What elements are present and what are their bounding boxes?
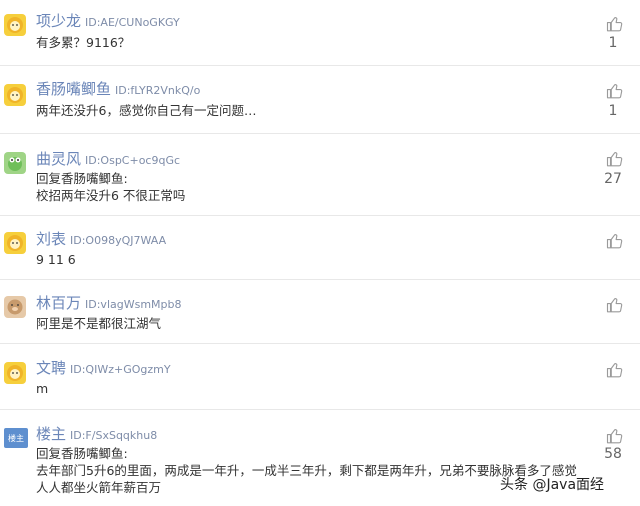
reply-to-line: 回复香肠嘴鲫鱼: [36, 171, 128, 186]
comment-text: 阿里是不是都很江湖气 [36, 315, 161, 332]
commenter-id: ID:AE/CUNoGKGY [85, 16, 180, 29]
commenter-id: ID:QIWz+GOgzmY [70, 363, 171, 376]
comment-text: 回复香肠嘴鲫鱼: 去年部门5升6的里面，两成是一年升，一成半三年升，剩下都是两年… [36, 445, 577, 496]
like-button[interactable] [600, 361, 630, 379]
commenter-name-text[interactable]: 林百万 [36, 294, 81, 312]
thumbs-up-icon[interactable] [606, 361, 624, 379]
comment-line: 校招两年没升6 不很正常吗 [36, 188, 186, 203]
commenter-name-text[interactable]: 刘表 [36, 230, 66, 248]
thumbs-up-icon[interactable] [606, 150, 624, 168]
comment-line: 阿里是不是都很江湖气 [36, 316, 162, 331]
comment-item: 林百万 ID:vlagWsmMpb8 阿里是不是都很江湖气 [0, 280, 640, 344]
watermark: 头条 @Java面经 [500, 477, 605, 493]
avatar[interactable] [4, 14, 26, 36]
commenter-name[interactable]: 林百万 ID:vlagWsmMpb8 [36, 292, 182, 313]
comment-item: 刘表 ID:O098yQJ7WAA 9 11 6 [0, 216, 640, 280]
avatar[interactable] [4, 232, 26, 254]
thumbs-up-icon[interactable] [606, 15, 624, 33]
like-button[interactable] [600, 150, 630, 168]
comment-item: 项少龙 ID:AE/CUNoGKGY 有多累？9116？ 1 [0, 0, 640, 66]
avatar[interactable] [4, 84, 26, 106]
comment-line: 两年还没升6，感觉你自己有一定问题… [36, 103, 257, 118]
like-button[interactable] [600, 232, 630, 250]
thumbs-up-icon[interactable] [606, 82, 624, 100]
commenter-name-text[interactable]: 文聘 [36, 359, 66, 377]
comment-line: 人人都坐火箭年薪百万 [36, 480, 162, 495]
like-button[interactable] [600, 82, 630, 100]
comment-line: 9 11 6 [36, 252, 76, 267]
reply-to-line: 回复香肠嘴鲫鱼: [36, 446, 128, 461]
like-button[interactable] [600, 296, 630, 314]
like-count: 58 [604, 446, 622, 462]
comment-line: m [36, 381, 49, 396]
like-count: 27 [604, 171, 622, 187]
commenter-id: ID:vlagWsmMpb8 [85, 298, 182, 311]
thumbs-up-icon[interactable] [606, 232, 624, 250]
commenter-name-text[interactable]: 曲灵风 [36, 150, 81, 168]
commenter-id: ID:fLYR2VnkQ/o [115, 84, 201, 97]
like-button[interactable] [600, 15, 630, 33]
commenter-name[interactable]: 文聘 ID:QIWz+GOgzmY [36, 357, 171, 378]
commenter-name[interactable]: 香肠嘴鲫鱼 ID:fLYR2VnkQ/o [36, 78, 200, 99]
commenter-id: ID:OspC+oc9qGc [85, 154, 181, 167]
commenter-name-text[interactable]: 项少龙 [36, 12, 81, 30]
commenter-name[interactable]: 刘表 ID:O098yQJ7WAA [36, 228, 166, 249]
like-button[interactable] [600, 427, 630, 445]
commenter-id: ID:O098yQJ7WAA [70, 234, 167, 247]
avatar[interactable] [4, 296, 26, 318]
like-count: 1 [608, 103, 618, 119]
commenter-name[interactable]: 项少龙 ID:AE/CUNoGKGY [36, 10, 180, 31]
commenter-id: ID:F/SxSqqkhu8 [70, 429, 158, 442]
comment-text: m [36, 380, 48, 397]
op-avatar-label: 楼主 [8, 433, 24, 443]
comment-line: 去年部门5升6的里面，两成是一年升，一成半三年升，剩下都是两年升，兄弟不要脉脉看… [36, 463, 577, 478]
commenter-name[interactable]: 曲灵风 ID:OspC+oc9qGc [36, 148, 180, 169]
op-avatar[interactable]: 楼主 [4, 428, 28, 448]
commenter-name-text[interactable]: 楼主 [36, 425, 66, 443]
avatar[interactable] [4, 362, 26, 384]
commenter-name[interactable]: 楼主 ID:F/SxSqqkhu8 [36, 423, 157, 444]
comment-text: 9 11 6 [36, 251, 76, 268]
comment-item: 文聘 ID:QIWz+GOgzmY m [0, 344, 640, 410]
comment-item: 香肠嘴鲫鱼 ID:fLYR2VnkQ/o 两年还没升6，感觉你自己有一定问题… 1 [0, 66, 640, 134]
comment-item: 曲灵风 ID:OspC+oc9qGc 回复香肠嘴鲫鱼: 校招两年没升6 不很正常吗… [0, 134, 640, 216]
thumbs-up-icon[interactable] [606, 296, 624, 314]
thumbs-up-icon[interactable] [606, 427, 624, 445]
comment-text: 两年还没升6，感觉你自己有一定问题… [36, 102, 256, 119]
commenter-name-text[interactable]: 香肠嘴鲫鱼 [36, 80, 111, 98]
comment-text: 有多累？9116？ [36, 34, 130, 51]
comment-text: 回复香肠嘴鲫鱼: 校招两年没升6 不很正常吗 [36, 170, 185, 204]
avatar[interactable] [4, 152, 26, 174]
like-count: 1 [608, 35, 618, 51]
comment-line: 有多累？9116？ [36, 35, 131, 50]
